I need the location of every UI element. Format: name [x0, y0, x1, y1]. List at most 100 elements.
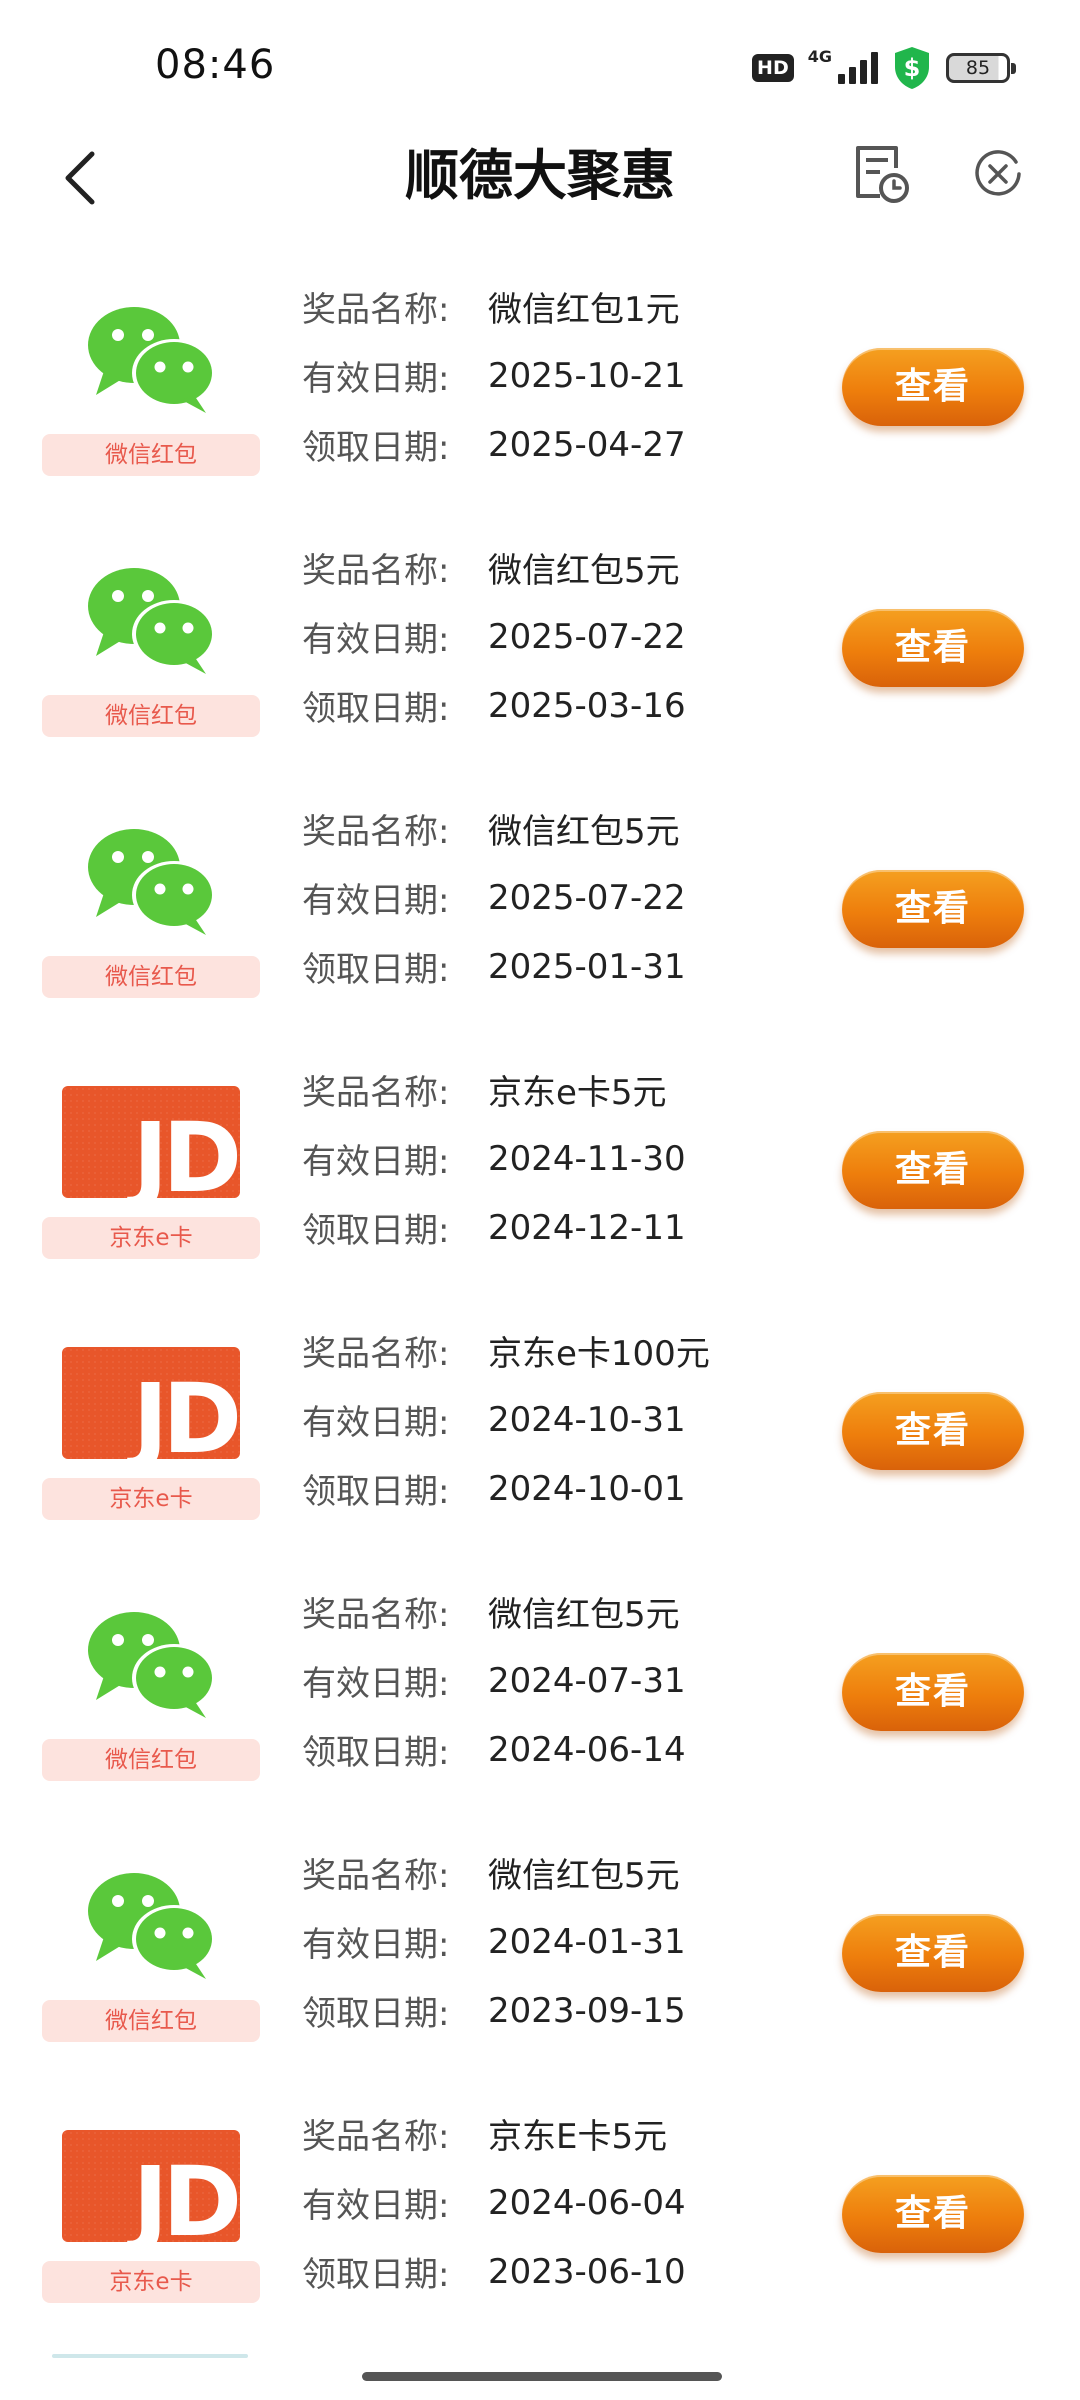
view-button[interactable]: 查看	[842, 1392, 1024, 1470]
prize-name-value: 京东e卡100元	[488, 1334, 710, 1374]
signal-icon	[838, 52, 878, 84]
valid-date-row: 有效日期: 2024-11-30	[302, 1124, 822, 1193]
prize-info: 奖品名称: 微信红包5元 有效日期: 2024-01-31 领取日期: 2023…	[302, 1838, 822, 2045]
status-bar: 08:46 HD 4G $ 85	[0, 0, 1080, 130]
prize-type-tag: 京东e卡	[42, 2261, 260, 2303]
received-date-row: 领取日期: 2024-12-11	[302, 1193, 822, 1262]
partial-list-item	[52, 2354, 248, 2358]
status-icons: HD 4G $ 85	[752, 44, 1016, 92]
jd-card-image: JD	[62, 2130, 240, 2242]
prize-name-row: 奖品名称: 微信红包5元	[302, 1838, 822, 1907]
valid-date-row: 有效日期: 2025-07-22	[302, 602, 822, 671]
valid-date-value: 2024-07-31	[488, 1660, 686, 1701]
received-date-key: 领取日期:	[302, 950, 450, 990]
jd-ecard-logo: JD	[52, 1073, 250, 1211]
prize-thumbnail: JD 京东e卡	[42, 1334, 260, 1522]
home-indicator[interactable]	[362, 2372, 722, 2381]
prize-name-key: 奖品名称:	[302, 551, 450, 591]
received-date-value: 2025-01-31	[488, 946, 686, 987]
view-button[interactable]: 查看	[842, 1653, 1024, 1731]
valid-date-value: 2025-07-22	[488, 616, 686, 657]
received-date-key: 领取日期:	[302, 1994, 450, 2034]
valid-date-row: 有效日期: 2024-06-04	[302, 2168, 822, 2237]
view-button[interactable]: 查看	[842, 1914, 1024, 1992]
valid-date-key: 有效日期:	[302, 1925, 450, 1965]
received-date-row: 领取日期: 2023-09-15	[302, 1976, 822, 2045]
jd-ecard-logo: JD	[52, 2117, 250, 2255]
jd-card-image: JD	[62, 1086, 240, 1198]
history-button[interactable]	[840, 134, 920, 214]
valid-date-key: 有效日期:	[302, 359, 450, 399]
valid-date-value: 2024-01-31	[488, 1921, 686, 1962]
prize-name-value: 微信红包1元	[488, 290, 680, 330]
document-clock-icon	[856, 146, 909, 203]
prize-name-value: 微信红包5元	[488, 551, 680, 591]
view-button[interactable]: 查看	[842, 870, 1024, 948]
prize-item-2: 微信红包 奖品名称: 微信红包5元 有效日期: 2025-07-22 领取日期:…	[0, 511, 1080, 772]
prize-thumbnail: 微信红包	[42, 1856, 260, 2044]
prize-name-value: 京东e卡5元	[488, 1073, 667, 1113]
prize-item-4: JD 京东e卡 奖品名称: 京东e卡5元 有效日期: 2024-11-30 领取…	[0, 1033, 1080, 1294]
prize-type-tag: 微信红包	[42, 1739, 260, 1781]
prize-name-key: 奖品名称:	[302, 812, 450, 852]
prize-name-row: 奖品名称: 京东E卡5元	[302, 2099, 822, 2168]
valid-date-key: 有效日期:	[302, 1403, 450, 1443]
prize-type-tag: 京东e卡	[42, 1217, 260, 1259]
valid-date-key: 有效日期:	[302, 881, 450, 921]
svg-text:$: $	[904, 54, 921, 82]
prize-info: 奖品名称: 微信红包5元 有效日期: 2024-07-31 领取日期: 2024…	[302, 1577, 822, 1784]
jd-ecard-logo: JD	[52, 1334, 250, 1472]
received-date-row: 领取日期: 2024-10-01	[302, 1454, 822, 1523]
wechat-icon	[88, 568, 216, 674]
received-date-key: 领取日期:	[302, 1472, 450, 1512]
prize-name-row: 奖品名称: 京东e卡5元	[302, 1055, 822, 1124]
received-date-key: 领取日期:	[302, 2255, 450, 2295]
prize-info: 奖品名称: 微信红包5元 有效日期: 2025-07-22 领取日期: 2025…	[302, 533, 822, 740]
prize-thumbnail: 微信红包	[42, 1595, 260, 1783]
prize-name-value: 京东E卡5元	[488, 2117, 668, 2157]
prize-name-row: 奖品名称: 微信红包1元	[302, 272, 822, 341]
prize-name-value: 微信红包5元	[488, 812, 680, 852]
prize-name-row: 奖品名称: 京东e卡100元	[302, 1316, 822, 1385]
wechat-icon	[88, 1612, 216, 1718]
prize-info: 奖品名称: 微信红包5元 有效日期: 2025-07-22 领取日期: 2025…	[302, 794, 822, 1001]
prize-thumbnail: JD 京东e卡	[42, 2117, 260, 2305]
jd-logo-text: JD	[132, 1102, 240, 1198]
view-button[interactable]: 查看	[842, 1131, 1024, 1209]
network-type-label: 4G	[807, 46, 832, 66]
prize-name-row: 奖品名称: 微信红包5元	[302, 533, 822, 602]
received-date-value: 2023-06-10	[488, 2251, 686, 2292]
prize-type-tag: 微信红包	[42, 2000, 260, 2042]
prize-info: 奖品名称: 微信红包1元 有效日期: 2025-10-21 领取日期: 2025…	[302, 272, 822, 479]
prize-name-value: 微信红包5元	[488, 1595, 680, 1635]
battery-level: 85	[965, 57, 991, 79]
valid-date-row: 有效日期: 2024-01-31	[302, 1907, 822, 1976]
prize-thumbnail: 微信红包	[42, 812, 260, 1000]
close-circle-icon	[975, 150, 1021, 196]
hd-badge: HD	[752, 54, 794, 82]
prize-type-tag: 微信红包	[42, 956, 260, 998]
nav-bar: 顺德大聚惠	[0, 130, 1080, 250]
prize-item-8: JD 京东e卡 奖品名称: 京东E卡5元 有效日期: 2024-06-04 领取…	[0, 2077, 1080, 2338]
view-button[interactable]: 查看	[842, 348, 1024, 426]
received-date-row: 领取日期: 2025-04-27	[302, 410, 822, 479]
valid-date-value: 2025-07-22	[488, 877, 686, 918]
status-time: 08:46	[155, 42, 276, 88]
prize-item-1: 微信红包 奖品名称: 微信红包1元 有效日期: 2025-10-21 领取日期:…	[0, 250, 1080, 511]
valid-date-key: 有效日期:	[302, 2186, 450, 2226]
view-button[interactable]: 查看	[842, 2175, 1024, 2253]
received-date-value: 2023-09-15	[488, 1990, 686, 2031]
close-button[interactable]	[958, 134, 1038, 214]
received-date-value: 2025-03-16	[488, 685, 686, 726]
wechat-logo	[52, 290, 250, 428]
jd-logo-text: JD	[132, 1363, 240, 1459]
prize-type-tag: 微信红包	[42, 695, 260, 737]
view-button[interactable]: 查看	[842, 609, 1024, 687]
valid-date-value: 2025-10-21	[488, 355, 686, 396]
valid-date-value: 2024-11-30	[488, 1138, 686, 1179]
received-date-value: 2025-04-27	[488, 424, 686, 465]
prize-name-value: 微信红包5元	[488, 1856, 680, 1896]
shield-dollar-icon: $	[892, 45, 932, 91]
valid-date-key: 有效日期:	[302, 620, 450, 660]
received-date-value: 2024-12-11	[488, 1207, 686, 1248]
